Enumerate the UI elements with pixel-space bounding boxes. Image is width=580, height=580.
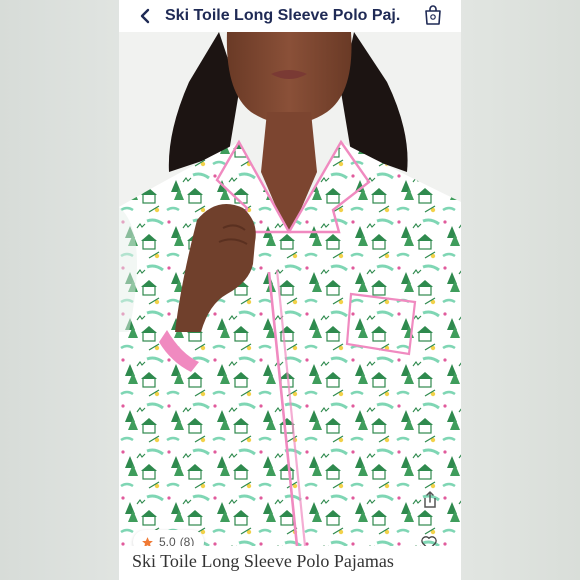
share-icon: [424, 491, 436, 508]
favorite-button[interactable]: [416, 530, 442, 546]
pajama-photo: [119, 32, 461, 546]
shopping-bag-icon: [425, 5, 441, 25]
listing-title[interactable]: Ski Toile Long Sleeve Polo Pajamas: [132, 551, 394, 572]
back-button[interactable]: [135, 6, 155, 26]
rating-value: 5.0: [159, 535, 176, 546]
share-button[interactable]: [419, 489, 441, 511]
product-image[interactable]: 5.0 (8): [119, 32, 461, 546]
heart-icon: [421, 536, 437, 546]
chevron-left-icon: [140, 8, 150, 24]
star-icon: [141, 536, 154, 546]
page-title: Ski Toile Long Sleeve Polo Paj.: [165, 7, 401, 24]
top-bar: Ski Toile Long Sleeve Polo Paj.: [119, 0, 461, 32]
shopping-bag-button[interactable]: [422, 4, 444, 26]
rating-count: (8): [179, 535, 195, 546]
listing-footer: Ski Toile Long Sleeve Polo Pajamas: [119, 546, 461, 580]
product-card: Ski Toile Long Sleeve Polo Paj. 5.0 (8) …: [119, 0, 461, 580]
rating-badge[interactable]: 5.0 (8): [133, 530, 205, 546]
